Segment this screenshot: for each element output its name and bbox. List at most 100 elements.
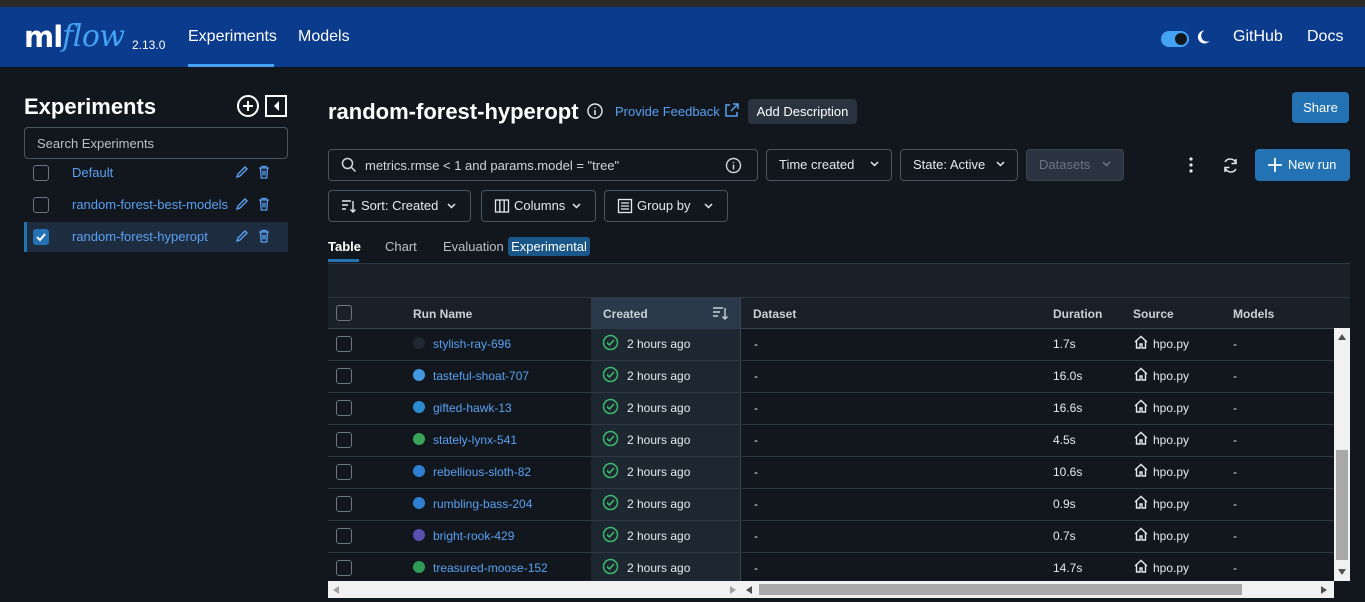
- row-checkbox[interactable]: [336, 432, 352, 448]
- source-link[interactable]: hpo.py: [1153, 337, 1189, 351]
- horizontal-scrollbar-right[interactable]: [741, 581, 1334, 598]
- row-checkbox[interactable]: [336, 528, 352, 544]
- row-checkbox[interactable]: [336, 336, 352, 352]
- run-name-link[interactable]: stylish-ray-696: [433, 337, 511, 351]
- scroll-left-icon[interactable]: [746, 586, 752, 594]
- share-button[interactable]: Share: [1292, 92, 1349, 123]
- horizontal-scrollbar-left[interactable]: [328, 581, 741, 598]
- experiment-checkbox-checked[interactable]: [33, 229, 49, 245]
- more-options-icon[interactable]: [1183, 156, 1199, 174]
- add-experiment-icon[interactable]: [236, 94, 260, 118]
- run-color-dot[interactable]: [413, 497, 425, 509]
- scroll-right-icon[interactable]: [1321, 586, 1327, 594]
- vertical-scrollbar[interactable]: [1334, 328, 1350, 581]
- trash-icon[interactable]: [258, 197, 270, 211]
- columns-dropdown[interactable]: Columns: [481, 190, 596, 222]
- experiment-name[interactable]: random-forest-best-models: [72, 197, 230, 212]
- header-source[interactable]: Source: [1133, 307, 1174, 321]
- run-color-dot[interactable]: [413, 401, 425, 413]
- run-name-link[interactable]: bright-rook-429: [433, 529, 514, 543]
- header-models[interactable]: Models: [1233, 307, 1274, 321]
- run-color-dot[interactable]: [413, 465, 425, 477]
- row-checkbox[interactable]: [336, 368, 352, 384]
- provide-feedback-link[interactable]: Provide Feedback: [615, 104, 720, 119]
- row-checkbox[interactable]: [336, 560, 352, 576]
- refresh-icon[interactable]: [1222, 157, 1239, 174]
- run-name-link[interactable]: stately-lynx-541: [433, 433, 517, 447]
- run-search-input[interactable]: metrics.rmse < 1 and params.model = "tre…: [328, 149, 758, 181]
- row-checkbox[interactable]: [336, 496, 352, 512]
- scroll-up-icon[interactable]: [1338, 334, 1346, 340]
- experiment-item-hyperopt[interactable]: random-forest-hyperopt: [24, 222, 288, 252]
- new-run-button[interactable]: New run: [1255, 149, 1350, 181]
- header-duration[interactable]: Duration: [1053, 307, 1102, 321]
- run-name-link[interactable]: rebellious-sloth-82: [433, 465, 531, 479]
- external-link-icon[interactable]: [724, 103, 739, 118]
- trash-icon[interactable]: [258, 165, 270, 179]
- row-checkbox[interactable]: [336, 400, 352, 416]
- nav-docs[interactable]: Docs: [1307, 7, 1343, 67]
- scroll-right-icon[interactable]: [730, 586, 736, 594]
- experiment-item-best-models[interactable]: random-forest-best-models: [24, 190, 288, 220]
- nav-experiments[interactable]: Experiments: [188, 7, 277, 67]
- group-by-dropdown[interactable]: Group by: [604, 190, 728, 222]
- nav-models[interactable]: Models: [298, 7, 350, 67]
- scrollbar-thumb[interactable]: [759, 584, 1242, 595]
- table-row[interactable]: tasteful-shoat-707 2 hours ago - 16.0s hpo.p…: [328, 361, 1334, 393]
- scrollbar-thumb[interactable]: [1336, 450, 1348, 560]
- pencil-icon[interactable]: [235, 229, 249, 243]
- nav-github[interactable]: GitHub: [1233, 7, 1283, 67]
- header-created[interactable]: Created: [603, 307, 648, 321]
- experiment-name[interactable]: Default: [72, 165, 230, 180]
- run-color-dot[interactable]: [413, 337, 425, 349]
- tab-evaluation[interactable]: Evaluation: [443, 239, 504, 254]
- search-experiments-input[interactable]: [24, 127, 288, 159]
- source-link[interactable]: hpo.py: [1153, 369, 1189, 383]
- experiment-item-default[interactable]: Default: [24, 158, 288, 188]
- run-color-dot[interactable]: [413, 529, 425, 541]
- table-row[interactable]: rumbling-bass-204 2 hours ago - 0.9s hpo.py -: [328, 489, 1334, 521]
- sort-desc-icon[interactable]: [712, 305, 728, 321]
- tab-chart[interactable]: Chart: [385, 239, 417, 254]
- info-icon[interactable]: [587, 103, 603, 119]
- experiment-checkbox[interactable]: [33, 197, 49, 213]
- run-name-link[interactable]: rumbling-bass-204: [433, 497, 532, 511]
- experiment-name[interactable]: random-forest-hyperopt: [72, 229, 230, 244]
- collapse-sidebar-icon[interactable]: [264, 94, 288, 118]
- run-color-dot[interactable]: [413, 433, 425, 445]
- source-link[interactable]: hpo.py: [1153, 433, 1189, 447]
- table-row[interactable]: rebellious-sloth-82 2 hours ago - 10.6s hpo.…: [328, 457, 1334, 489]
- table-row[interactable]: bright-rook-429 2 hours ago - 0.7s hpo.py -: [328, 521, 1334, 553]
- run-name-link[interactable]: gifted-hawk-13: [433, 401, 512, 415]
- mlflow-logo[interactable]: ml flow: [24, 21, 125, 54]
- tab-table[interactable]: Table: [328, 239, 361, 254]
- run-name-link[interactable]: treasured-moose-152: [433, 561, 548, 575]
- run-color-dot[interactable]: [413, 369, 425, 381]
- pencil-icon[interactable]: [235, 197, 249, 211]
- source-link[interactable]: hpo.py: [1153, 497, 1189, 511]
- source-link[interactable]: hpo.py: [1153, 401, 1189, 415]
- source-link[interactable]: hpo.py: [1153, 465, 1189, 479]
- row-checkbox[interactable]: [336, 464, 352, 480]
- run-name-link[interactable]: tasteful-shoat-707: [433, 369, 529, 383]
- experiment-checkbox[interactable]: [33, 165, 49, 181]
- source-link[interactable]: hpo.py: [1153, 561, 1189, 575]
- run-color-dot[interactable]: [413, 561, 425, 573]
- scroll-left-icon[interactable]: [333, 586, 339, 594]
- table-row[interactable]: stylish-ray-696 2 hours ago - 1.7s hpo.py -: [328, 329, 1334, 361]
- table-row[interactable]: stately-lynx-541 2 hours ago - 4.5s hpo.py -: [328, 425, 1334, 457]
- table-row[interactable]: gifted-hawk-13 2 hours ago - 16.6s hpo.py -: [328, 393, 1334, 425]
- state-dropdown[interactable]: State: Active: [900, 149, 1018, 181]
- info-icon[interactable]: [725, 157, 742, 174]
- header-dataset[interactable]: Dataset: [753, 307, 796, 321]
- scroll-down-icon[interactable]: [1338, 569, 1346, 575]
- select-all-checkbox[interactable]: [336, 305, 352, 321]
- add-description-button[interactable]: Add Description: [748, 99, 857, 124]
- dark-mode-toggle[interactable]: [1161, 31, 1189, 47]
- time-created-dropdown[interactable]: Time created: [766, 149, 892, 181]
- header-run-name[interactable]: Run Name: [413, 307, 472, 321]
- trash-icon[interactable]: [258, 229, 270, 243]
- source-link[interactable]: hpo.py: [1153, 529, 1189, 543]
- pencil-icon[interactable]: [235, 165, 249, 179]
- sort-dropdown[interactable]: Sort: Created: [328, 190, 471, 222]
